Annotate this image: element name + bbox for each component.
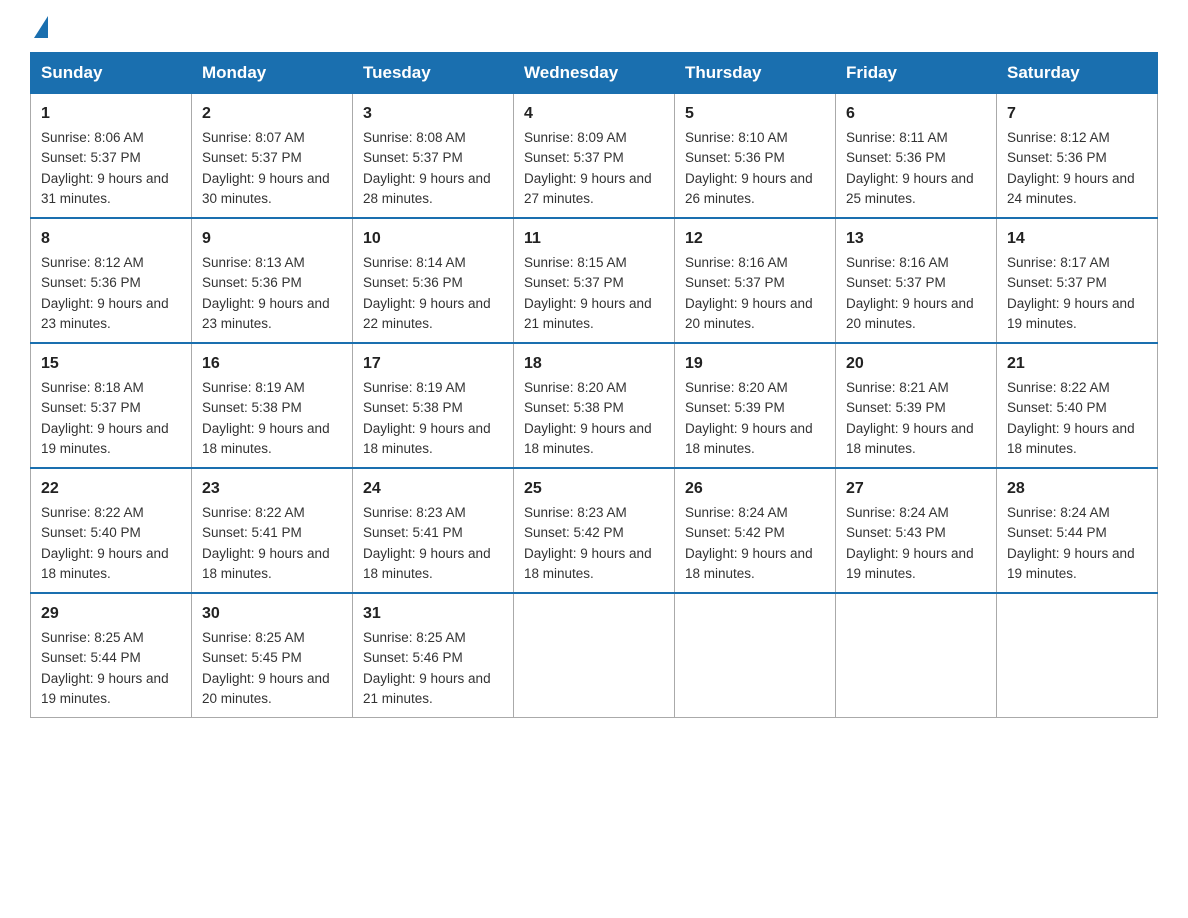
- calendar-cell: 27Sunrise: 8:24 AMSunset: 5:43 PMDayligh…: [836, 468, 997, 593]
- day-number: 16: [202, 352, 342, 376]
- day-number: 14: [1007, 227, 1147, 251]
- calendar-cell: 1Sunrise: 8:06 AMSunset: 5:37 PMDaylight…: [31, 94, 192, 219]
- calendar-cell: 18Sunrise: 8:20 AMSunset: 5:38 PMDayligh…: [514, 343, 675, 468]
- calendar-cell: 7Sunrise: 8:12 AMSunset: 5:36 PMDaylight…: [997, 94, 1158, 219]
- calendar-cell: 5Sunrise: 8:10 AMSunset: 5:36 PMDaylight…: [675, 94, 836, 219]
- day-number: 3: [363, 102, 503, 126]
- day-number: 12: [685, 227, 825, 251]
- header-thursday: Thursday: [675, 53, 836, 94]
- header-friday: Friday: [836, 53, 997, 94]
- calendar-cell: 12Sunrise: 8:16 AMSunset: 5:37 PMDayligh…: [675, 218, 836, 343]
- calendar-cell: [675, 593, 836, 718]
- header-saturday: Saturday: [997, 53, 1158, 94]
- calendar-table: SundayMondayTuesdayWednesdayThursdayFrid…: [30, 52, 1158, 718]
- calendar-header-row: SundayMondayTuesdayWednesdayThursdayFrid…: [31, 53, 1158, 94]
- day-number: 4: [524, 102, 664, 126]
- calendar-cell: [514, 593, 675, 718]
- calendar-cell: 26Sunrise: 8:24 AMSunset: 5:42 PMDayligh…: [675, 468, 836, 593]
- day-number: 24: [363, 477, 503, 501]
- calendar-cell: 9Sunrise: 8:13 AMSunset: 5:36 PMDaylight…: [192, 218, 353, 343]
- day-number: 23: [202, 477, 342, 501]
- calendar-week-row: 1Sunrise: 8:06 AMSunset: 5:37 PMDaylight…: [31, 94, 1158, 219]
- calendar-cell: 22Sunrise: 8:22 AMSunset: 5:40 PMDayligh…: [31, 468, 192, 593]
- calendar-cell: 2Sunrise: 8:07 AMSunset: 5:37 PMDaylight…: [192, 94, 353, 219]
- day-number: 15: [41, 352, 181, 376]
- calendar-cell: 15Sunrise: 8:18 AMSunset: 5:37 PMDayligh…: [31, 343, 192, 468]
- calendar-cell: [997, 593, 1158, 718]
- calendar-cell: 16Sunrise: 8:19 AMSunset: 5:38 PMDayligh…: [192, 343, 353, 468]
- day-number: 2: [202, 102, 342, 126]
- page-header: [30, 20, 1158, 34]
- day-number: 1: [41, 102, 181, 126]
- calendar-week-row: 22Sunrise: 8:22 AMSunset: 5:40 PMDayligh…: [31, 468, 1158, 593]
- day-number: 27: [846, 477, 986, 501]
- logo-triangle-icon: [34, 16, 48, 38]
- calendar-cell: 23Sunrise: 8:22 AMSunset: 5:41 PMDayligh…: [192, 468, 353, 593]
- header-sunday: Sunday: [31, 53, 192, 94]
- calendar-cell: 17Sunrise: 8:19 AMSunset: 5:38 PMDayligh…: [353, 343, 514, 468]
- header-monday: Monday: [192, 53, 353, 94]
- calendar-cell: 25Sunrise: 8:23 AMSunset: 5:42 PMDayligh…: [514, 468, 675, 593]
- calendar-cell: 29Sunrise: 8:25 AMSunset: 5:44 PMDayligh…: [31, 593, 192, 718]
- calendar-cell: 20Sunrise: 8:21 AMSunset: 5:39 PMDayligh…: [836, 343, 997, 468]
- day-number: 31: [363, 602, 503, 626]
- day-number: 8: [41, 227, 181, 251]
- day-number: 20: [846, 352, 986, 376]
- calendar-cell: 30Sunrise: 8:25 AMSunset: 5:45 PMDayligh…: [192, 593, 353, 718]
- calendar-cell: 8Sunrise: 8:12 AMSunset: 5:36 PMDaylight…: [31, 218, 192, 343]
- calendar-cell: 14Sunrise: 8:17 AMSunset: 5:37 PMDayligh…: [997, 218, 1158, 343]
- logo: [30, 20, 48, 34]
- calendar-cell: 10Sunrise: 8:14 AMSunset: 5:36 PMDayligh…: [353, 218, 514, 343]
- day-number: 9: [202, 227, 342, 251]
- calendar-cell: 21Sunrise: 8:22 AMSunset: 5:40 PMDayligh…: [997, 343, 1158, 468]
- header-wednesday: Wednesday: [514, 53, 675, 94]
- calendar-cell: 6Sunrise: 8:11 AMSunset: 5:36 PMDaylight…: [836, 94, 997, 219]
- calendar-cell: 28Sunrise: 8:24 AMSunset: 5:44 PMDayligh…: [997, 468, 1158, 593]
- calendar-cell: 19Sunrise: 8:20 AMSunset: 5:39 PMDayligh…: [675, 343, 836, 468]
- day-number: 11: [524, 227, 664, 251]
- calendar-cell: [836, 593, 997, 718]
- day-number: 28: [1007, 477, 1147, 501]
- calendar-week-row: 8Sunrise: 8:12 AMSunset: 5:36 PMDaylight…: [31, 218, 1158, 343]
- day-number: 17: [363, 352, 503, 376]
- calendar-cell: 31Sunrise: 8:25 AMSunset: 5:46 PMDayligh…: [353, 593, 514, 718]
- day-number: 26: [685, 477, 825, 501]
- day-number: 5: [685, 102, 825, 126]
- day-number: 13: [846, 227, 986, 251]
- header-tuesday: Tuesday: [353, 53, 514, 94]
- day-number: 7: [1007, 102, 1147, 126]
- day-number: 22: [41, 477, 181, 501]
- calendar-week-row: 29Sunrise: 8:25 AMSunset: 5:44 PMDayligh…: [31, 593, 1158, 718]
- calendar-cell: 3Sunrise: 8:08 AMSunset: 5:37 PMDaylight…: [353, 94, 514, 219]
- day-number: 6: [846, 102, 986, 126]
- day-number: 21: [1007, 352, 1147, 376]
- calendar-cell: 11Sunrise: 8:15 AMSunset: 5:37 PMDayligh…: [514, 218, 675, 343]
- calendar-cell: 13Sunrise: 8:16 AMSunset: 5:37 PMDayligh…: [836, 218, 997, 343]
- calendar-cell: 4Sunrise: 8:09 AMSunset: 5:37 PMDaylight…: [514, 94, 675, 219]
- day-number: 30: [202, 602, 342, 626]
- calendar-cell: 24Sunrise: 8:23 AMSunset: 5:41 PMDayligh…: [353, 468, 514, 593]
- day-number: 25: [524, 477, 664, 501]
- day-number: 10: [363, 227, 503, 251]
- day-number: 19: [685, 352, 825, 376]
- day-number: 29: [41, 602, 181, 626]
- calendar-week-row: 15Sunrise: 8:18 AMSunset: 5:37 PMDayligh…: [31, 343, 1158, 468]
- day-number: 18: [524, 352, 664, 376]
